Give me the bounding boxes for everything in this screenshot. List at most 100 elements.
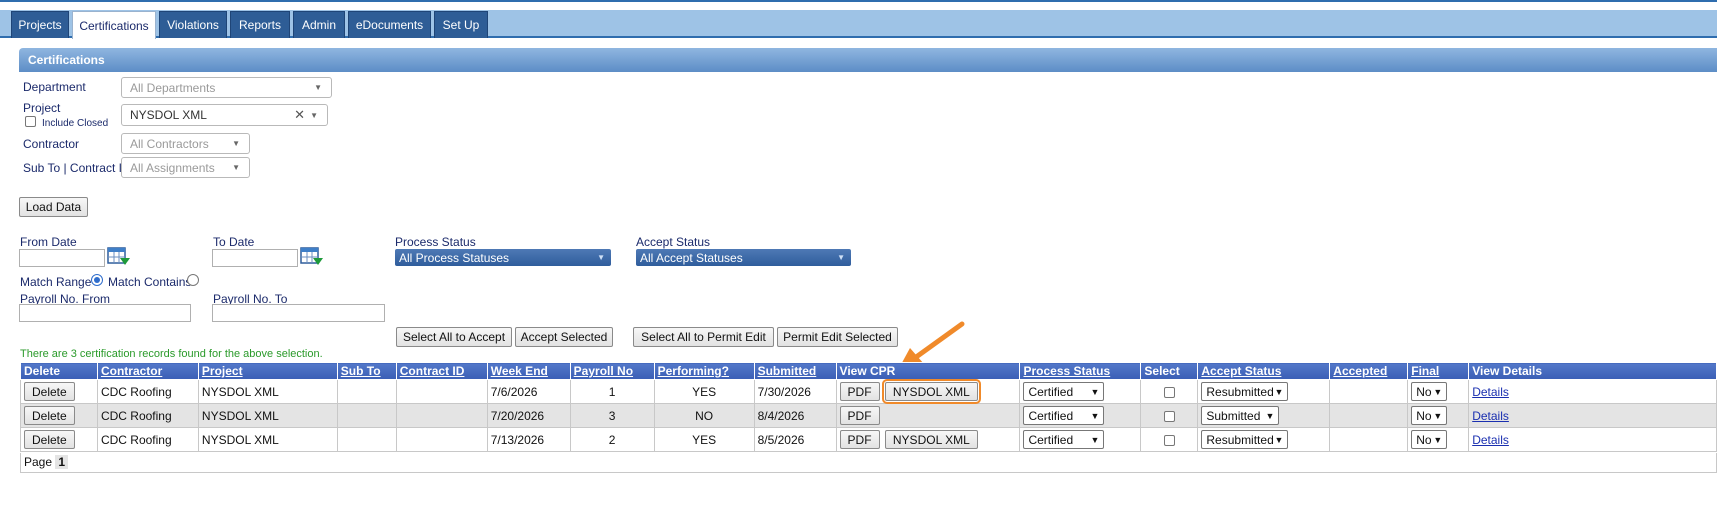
delete-button[interactable]: Delete	[24, 382, 75, 401]
col-payroll-no[interactable]: Payroll No	[569, 362, 655, 380]
tab-admin[interactable]: Admin	[293, 11, 345, 38]
sub-to-cell	[336, 379, 397, 404]
details-link[interactable]: Details	[1472, 385, 1509, 399]
nysdol-xml-button[interactable]: NYSDOL XML	[884, 430, 978, 449]
pager-label: Page	[24, 455, 53, 469]
calendar-icon[interactable]	[300, 247, 324, 267]
contract-id-cell	[395, 403, 488, 428]
process-status-dropdown[interactable]: Certified ▼	[1023, 406, 1105, 425]
col-submitted[interactable]: Submitted	[753, 362, 837, 380]
tab-setup[interactable]: Set Up	[434, 11, 488, 38]
department-label: Department	[23, 80, 86, 94]
select-checkbox[interactable]	[1163, 410, 1175, 422]
select-checkbox[interactable]	[1163, 386, 1175, 398]
final-cell: No ▼	[1407, 427, 1470, 452]
calendar-icon[interactable]	[107, 247, 131, 267]
chevron-down-icon: ▼	[1090, 410, 1100, 421]
page-number[interactable]: 1	[55, 455, 69, 469]
accept-selected-button[interactable]: Accept Selected	[515, 327, 613, 347]
col-project[interactable]: Project	[197, 362, 338, 380]
permit-edit-selected-button[interactable]: Permit Edit Selected	[777, 327, 898, 347]
contractor-cell: CDC Roofing	[96, 379, 199, 404]
submitted-cell: 8/5/2026	[753, 427, 837, 452]
contractor-select[interactable]: All Contractors ▼	[121, 133, 250, 154]
process-status-value: All Process Statuses	[399, 250, 510, 265]
payroll-no-cell: 2	[569, 427, 655, 452]
col-sub-to[interactable]: Sub To	[336, 362, 397, 380]
include-closed-checkbox[interactable]	[25, 116, 36, 127]
chevron-down-icon: ▼	[837, 253, 845, 262]
accept-status-dropdown[interactable]: Submitted ▼	[1201, 406, 1280, 425]
subto-label: Sub To | Contract ID	[23, 161, 131, 175]
view-cpr-cell: PDF NYSDOL XML	[835, 427, 1021, 452]
delete-button[interactable]: Delete	[24, 430, 75, 449]
chevron-down-icon: ▼	[232, 163, 240, 172]
col-delete: Delete	[20, 362, 98, 380]
select-checkbox[interactable]	[1163, 434, 1175, 446]
process-status-dropdown[interactable]: Certified ▼	[1023, 382, 1105, 401]
col-accept-status[interactable]: Accept Status	[1197, 362, 1331, 380]
select-cell	[1140, 379, 1199, 404]
details-link[interactable]: Details	[1472, 433, 1509, 447]
nysdol-xml-button[interactable]: NYSDOL XML	[881, 379, 981, 404]
select-cell	[1140, 427, 1199, 452]
tab-violations[interactable]: Violations	[159, 11, 227, 38]
col-final[interactable]: Final	[1407, 362, 1470, 380]
contract-id-cell	[395, 379, 488, 404]
chevron-down-icon: ▼	[597, 253, 605, 262]
accepted-cell	[1329, 427, 1409, 452]
accepted-cell	[1329, 379, 1409, 404]
chevron-down-icon: ▼	[1433, 434, 1443, 445]
subto-select[interactable]: All Assignments ▼	[121, 157, 250, 178]
pdf-button[interactable]: PDF	[839, 406, 880, 425]
tab-certifications[interactable]: Certifications	[72, 11, 156, 39]
payroll-from-input[interactable]	[19, 304, 191, 322]
delete-button[interactable]: Delete	[24, 406, 75, 425]
tab-edocuments[interactable]: eDocuments	[348, 11, 431, 38]
col-contractor[interactable]: Contractor	[96, 362, 199, 380]
result-message: There are 3 certification records found …	[20, 348, 323, 360]
from-date-input[interactable]	[19, 249, 105, 267]
table-row: Delete CDC Roofing NYSDOL XML 7/13/2026 …	[20, 427, 1717, 452]
tab-projects[interactable]: Projects	[11, 11, 69, 38]
contractor-cell: CDC Roofing	[96, 427, 199, 452]
tab-reports[interactable]: Reports	[230, 11, 290, 38]
col-performing[interactable]: Performing?	[653, 362, 755, 380]
select-all-permit-edit-button[interactable]: Select All to Permit Edit	[633, 327, 774, 347]
chevron-down-icon: ▼	[310, 110, 318, 120]
col-week-end[interactable]: Week End	[486, 362, 571, 380]
select-all-accept-button[interactable]: Select All to Accept	[396, 327, 512, 347]
contractor-label: Contractor	[23, 137, 80, 151]
payroll-to-input[interactable]	[212, 304, 385, 322]
accept-status-cell: Resubmitted ▼	[1197, 427, 1331, 452]
match-range-radio[interactable]	[91, 274, 103, 286]
clear-icon[interactable]: ✕	[294, 107, 305, 123]
to-date-input[interactable]	[212, 249, 298, 267]
final-dropdown[interactable]: No ▼	[1411, 406, 1448, 425]
final-dropdown[interactable]: No ▼	[1411, 382, 1448, 401]
chevron-down-icon: ▼	[1274, 386, 1284, 397]
col-view-details: View Details	[1468, 362, 1717, 380]
col-process-status[interactable]: Process Status	[1019, 362, 1142, 380]
pdf-button[interactable]: PDF	[839, 430, 880, 449]
final-cell: No ▼	[1407, 379, 1470, 404]
load-data-button[interactable]: Load Data	[19, 197, 88, 217]
accept-status-dropdown[interactable]: Resubmitted ▼	[1201, 382, 1289, 401]
col-contract-id[interactable]: Contract ID	[395, 362, 488, 380]
process-status-dropdown[interactable]: Certified ▼	[1023, 430, 1105, 449]
pdf-button[interactable]: PDF	[839, 382, 880, 401]
col-accepted[interactable]: Accepted	[1329, 362, 1409, 380]
chevron-down-icon: ▼	[1433, 386, 1443, 397]
project-select[interactable]: NYSDOL XML ✕ ▼	[121, 104, 328, 126]
project-cell: NYSDOL XML	[197, 427, 338, 452]
process-status-label: Process Status	[395, 235, 476, 249]
details-link[interactable]: Details	[1472, 409, 1509, 423]
department-select[interactable]: All Departments ▼	[121, 77, 332, 98]
process-status-select[interactable]: All Process Statuses ▼	[395, 249, 611, 266]
accept-status-dropdown[interactable]: Resubmitted ▼	[1201, 430, 1289, 449]
match-contains-radio[interactable]	[187, 274, 199, 286]
payroll-no-cell: 1	[569, 379, 655, 404]
subto-value: All Assignments	[130, 160, 215, 175]
final-dropdown[interactable]: No ▼	[1411, 430, 1448, 449]
accept-status-select[interactable]: All Accept Statuses ▼	[636, 249, 851, 266]
